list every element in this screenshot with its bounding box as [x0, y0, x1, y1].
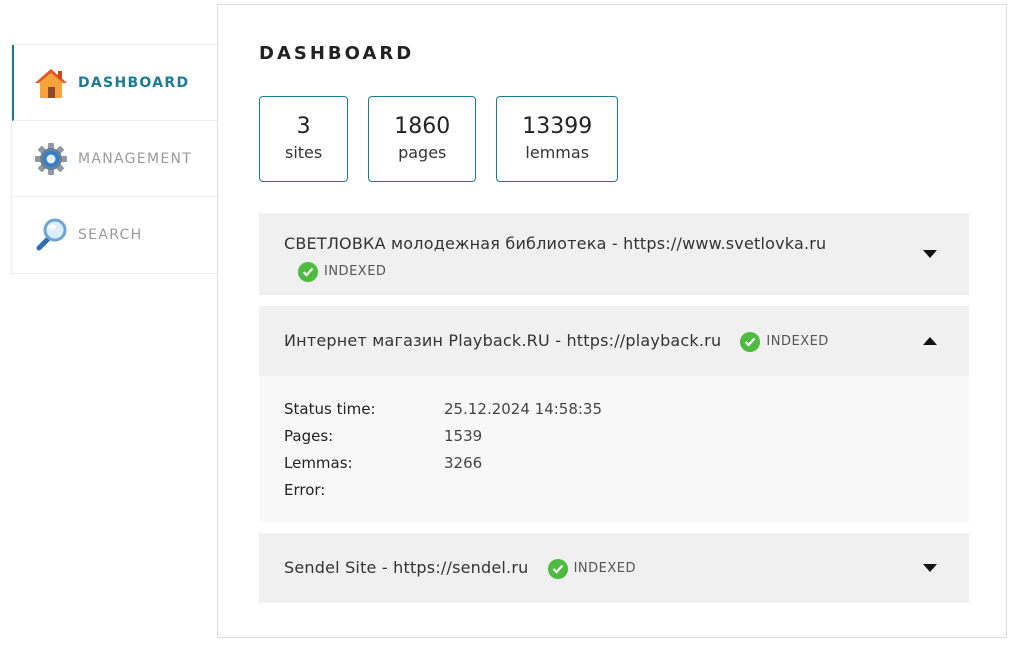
status-badge: INDEXED [740, 307, 828, 377]
detail-row: Lemmas: 3266 [284, 450, 944, 477]
detail-label: Status time: [284, 400, 376, 418]
sites-list: СВЕТЛОВКА молодежная библиотека - https:… [259, 213, 969, 614]
check-icon [298, 261, 318, 282]
site-details: Status time: 25.12.2024 14:58:35 Pages: … [259, 376, 969, 522]
site-header[interactable]: Sendel Site - https://sendel.ru INDEXED [259, 533, 969, 603]
sidebar-item-label: DASHBOARD [78, 74, 190, 91]
sidebar-item-search[interactable]: SEARCH [12, 197, 217, 273]
stat-lemmas: 13399 lemmas [496, 96, 619, 182]
detail-value: 1539 [444, 427, 483, 445]
stat-value: 13399 [522, 114, 593, 139]
status-badge: INDEXED [547, 534, 636, 604]
status-text: INDEXED [573, 560, 636, 576]
gear-icon [32, 140, 70, 178]
detail-label: Error: [284, 481, 326, 499]
check-icon [740, 331, 761, 352]
sidebar-item-management[interactable]: MANAGEMENT [12, 121, 217, 197]
sidebar-item-label: SEARCH [78, 227, 143, 243]
check-icon [547, 558, 568, 579]
stat-pages: 1860 pages [368, 96, 477, 182]
detail-label: Pages: [284, 427, 334, 445]
main-panel: DASHBOARD 3 sites 1860 pages 13399 lemma… [217, 4, 1007, 638]
stat-label: sites [285, 143, 323, 162]
stat-label: lemmas [525, 143, 590, 162]
detail-row: Status time: 25.12.2024 14:58:35 [284, 396, 944, 423]
site-name: Sendel Site - https://sendel.ru [284, 558, 529, 577]
chevron-down-icon[interactable] [923, 563, 937, 573]
stat-value: 1860 [394, 114, 451, 139]
chevron-up-icon[interactable] [923, 336, 937, 346]
stat-value: 3 [296, 114, 311, 139]
detail-label: Lemmas: [284, 454, 353, 472]
detail-row: Pages: 1539 [284, 423, 944, 450]
site-item: Sendel Site - https://sendel.ru INDEXED [259, 533, 969, 603]
status-text: INDEXED [766, 333, 829, 349]
site-item: Интернет магазин Playback.RU - https://p… [259, 306, 969, 522]
site-header[interactable]: СВЕТЛОВКА молодежная библиотека - https:… [259, 213, 969, 295]
stat-label: pages [398, 143, 447, 162]
detail-value: 3266 [444, 454, 483, 472]
sidebar-item-label: MANAGEMENT [78, 150, 193, 167]
site-name: СВЕТЛОВКА молодежная библиотека - https:… [284, 234, 827, 253]
detail-value: 25.12.2024 14:58:35 [444, 400, 603, 418]
status-badge: INDEXED [298, 258, 386, 285]
site-item: СВЕТЛОВКА молодежная библиотека - https:… [259, 213, 969, 295]
home-icon [32, 64, 70, 102]
page-title: DASHBOARD [259, 43, 415, 64]
sidebar: DASHBOARD MANAGEMENT SEARCH [11, 44, 218, 274]
detail-row: Error: [284, 477, 944, 504]
status-text: INDEXED [324, 264, 387, 279]
chevron-down-icon[interactable] [923, 249, 937, 259]
site-name: Интернет магазин Playback.RU - https://p… [284, 331, 722, 350]
stat-sites: 3 sites [259, 96, 349, 182]
stats-row: 3 sites 1860 pages 13399 lemmas [259, 96, 619, 182]
magnifier-icon [32, 216, 70, 254]
site-header[interactable]: Интернет магазин Playback.RU - https://p… [259, 306, 969, 376]
sidebar-item-dashboard[interactable]: DASHBOARD [12, 45, 217, 121]
